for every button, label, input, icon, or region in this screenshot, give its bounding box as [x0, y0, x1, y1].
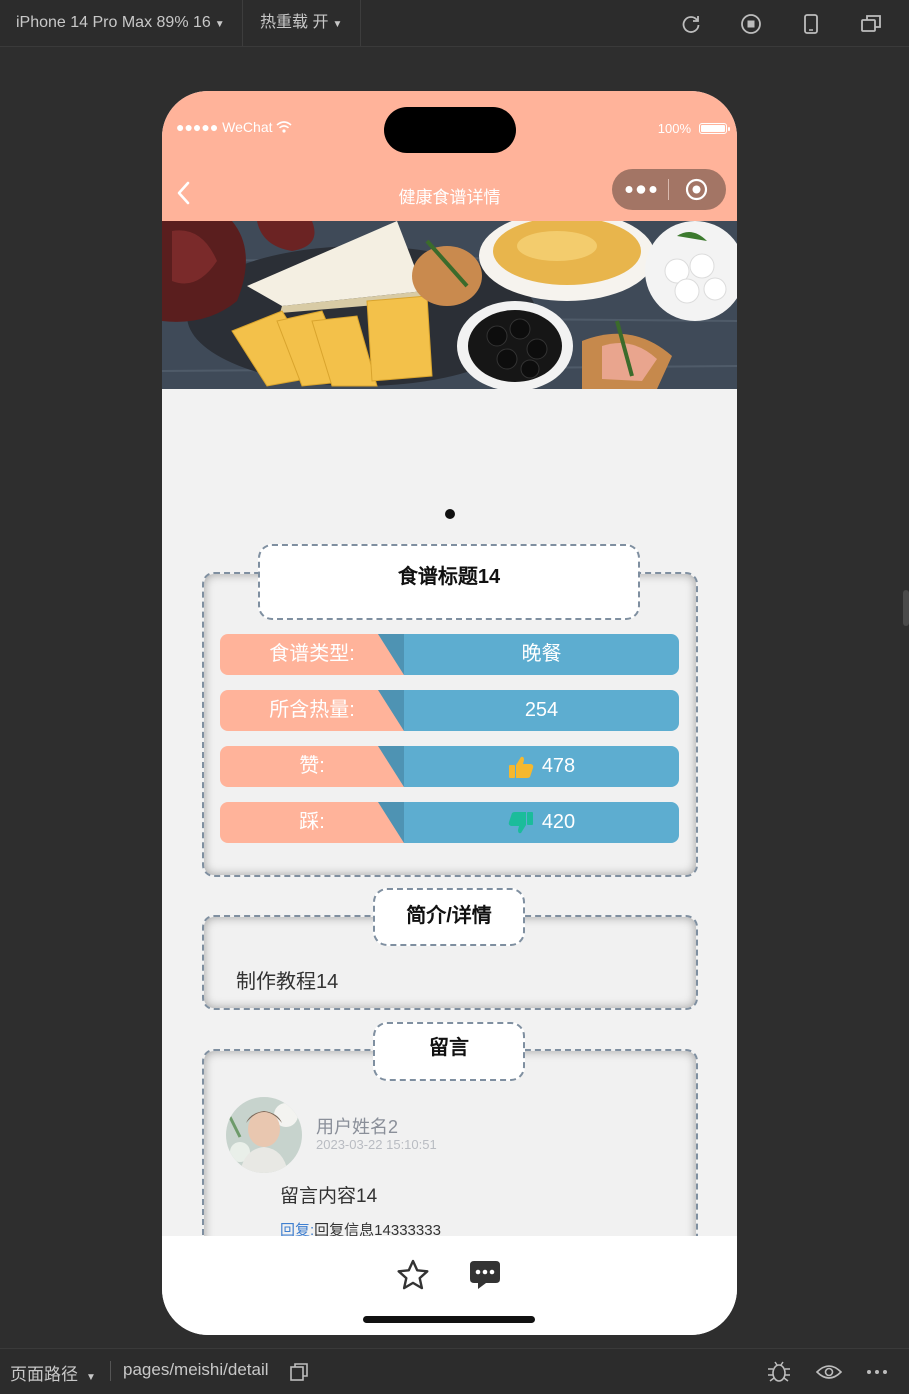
- copy-icon[interactable]: [290, 1363, 308, 1381]
- eye-icon[interactable]: [816, 1363, 842, 1381]
- chevron-down-icon: ▼: [214, 19, 225, 30]
- info-row-label: 食谱类型:: [269, 643, 355, 665]
- like-count: 478: [541, 755, 576, 777]
- device-selector-label: iPhone 14 Pro Max 89% 16: [16, 14, 211, 31]
- record-icon[interactable]: [740, 13, 762, 35]
- phone-simulator: ●●●●● WeChat 100% 健康食谱详情 食谱标题14 食谱类型: 晚餐…: [162, 91, 737, 1335]
- window-icon[interactable]: [860, 13, 882, 35]
- more-icon[interactable]: [625, 185, 657, 194]
- comment-user: 用户姓名2: [316, 1117, 399, 1137]
- like-button[interactable]: 478: [404, 746, 679, 787]
- scrollbar[interactable]: [903, 590, 909, 626]
- carousel-indicator[interactable]: [445, 509, 455, 519]
- footer-divider: [110, 1361, 111, 1381]
- info-row-label: 赞:: [299, 755, 325, 777]
- hot-reload-label: 热重载 开: [260, 14, 329, 31]
- comment-content: 留言内容14: [280, 1186, 378, 1207]
- comment-icon[interactable]: [468, 1258, 502, 1292]
- recipe-banner-image[interactable]: [162, 221, 737, 389]
- comments-tag: 留言: [373, 1022, 525, 1081]
- more-icon[interactable]: [866, 1369, 888, 1375]
- info-row-likes: 赞: 478: [220, 746, 679, 787]
- chevron-down-icon: ▼: [332, 19, 343, 30]
- dislike-count: 420: [541, 811, 576, 833]
- avatar[interactable]: [226, 1097, 302, 1173]
- page-path-label: 页面路径: [10, 1365, 78, 1384]
- dislike-button[interactable]: 420: [404, 802, 679, 843]
- capsule-divider: [668, 179, 669, 200]
- dynamic-island: [384, 107, 516, 153]
- bug-icon[interactable]: [766, 1359, 792, 1383]
- page-path-dropdown[interactable]: 页面路径 ▼: [10, 1360, 96, 1385]
- info-row-label: 所含热量:: [269, 699, 355, 721]
- chevron-down-icon: ▼: [86, 1372, 96, 1383]
- info-row-type: 食谱类型: 晚餐: [220, 634, 679, 675]
- comment-time: 2023-03-22 15:10:51: [316, 1137, 437, 1152]
- info-row-value: 254: [404, 690, 679, 731]
- status-carrier: ●●●●● WeChat: [176, 119, 292, 135]
- nav-header: ●●●●● WeChat 100% 健康食谱详情: [162, 91, 737, 221]
- home-indicator: [363, 1316, 535, 1323]
- hot-reload-toggle[interactable]: 热重载 开 ▼: [243, 0, 361, 46]
- device-selector[interactable]: iPhone 14 Pro Max 89% 16 ▼: [0, 0, 243, 46]
- comments-tag-label: 留言: [429, 1037, 469, 1059]
- intro-tag-label: 简介/详情: [406, 905, 492, 927]
- star-icon[interactable]: [396, 1258, 430, 1292]
- miniprogram-capsule: [612, 169, 726, 210]
- wifi-icon: [276, 121, 292, 133]
- battery-icon: [699, 123, 730, 134]
- intro-tag: 简介/详情: [373, 888, 525, 946]
- recipe-title: 食谱标题14: [397, 566, 501, 588]
- page-path-value: pages/meishi/detail: [123, 1360, 269, 1379]
- recipe-title-tag: 食谱标题14: [258, 544, 640, 620]
- carrier-label: ●●●●● WeChat: [176, 119, 273, 135]
- status-battery: 100%: [657, 121, 730, 136]
- info-row-dislikes: 踩: 420: [220, 802, 679, 843]
- refresh-icon[interactable]: [680, 13, 702, 35]
- info-row-value-text: 254: [524, 699, 559, 721]
- thumbs-up-icon: [508, 756, 534, 778]
- thumbs-down-icon: [508, 811, 533, 833]
- info-row-calories: 所含热量: 254: [220, 690, 679, 731]
- simulator-toolbar: iPhone 14 Pro Max 89% 16 ▼ 热重载 开 ▼: [0, 0, 909, 47]
- info-row-label: 踩:: [299, 811, 325, 833]
- battery-percent: 100%: [657, 121, 691, 136]
- ide-footer: 页面路径 ▼ pages/meishi/detail: [0, 1348, 909, 1394]
- info-row-value: 晚餐: [404, 634, 679, 675]
- phone-icon[interactable]: [800, 13, 822, 35]
- info-row-value-text: 晚餐: [521, 643, 562, 665]
- intro-content: 制作教程14: [236, 971, 339, 993]
- close-target-icon[interactable]: [685, 178, 708, 201]
